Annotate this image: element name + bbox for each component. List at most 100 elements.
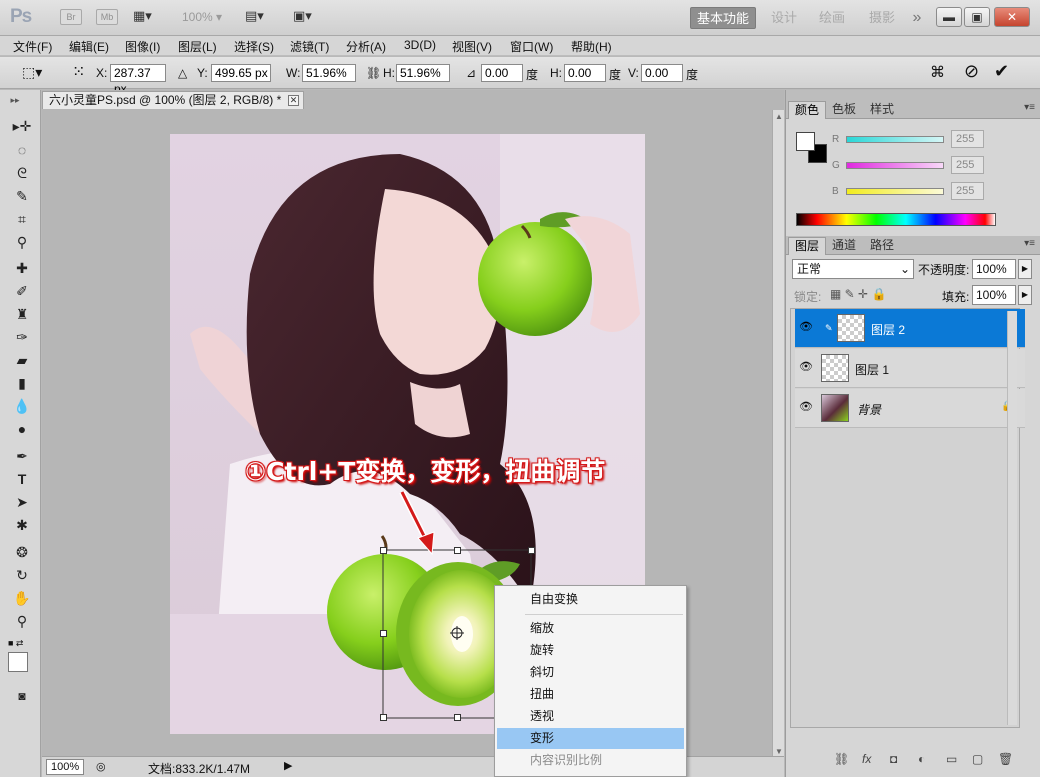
visibility-eye-icon[interactable]: 👁 bbox=[799, 321, 813, 333]
menu-item-skew[interactable]: 斜切 bbox=[497, 662, 684, 683]
history-brush-tool-icon[interactable]: ✑ bbox=[11, 327, 33, 347]
transform-handle-middle-left[interactable] bbox=[380, 630, 387, 637]
layers-scrollbar[interactable] bbox=[1007, 311, 1017, 725]
tab-color[interactable]: 颜色 bbox=[788, 101, 827, 119]
lasso-tool-icon[interactable]: ᘓ bbox=[11, 163, 33, 183]
visibility-eye-icon[interactable]: 👁 bbox=[799, 401, 813, 413]
workspace-design[interactable]: 设计 bbox=[764, 7, 804, 29]
layer-name[interactable]: 背景 bbox=[857, 401, 881, 418]
delta-icon[interactable]: △ bbox=[178, 66, 187, 80]
tab-paths[interactable]: 路径 bbox=[864, 237, 900, 255]
tab-channels[interactable]: 通道 bbox=[826, 237, 862, 255]
shape-tool-icon[interactable]: ✱ bbox=[11, 515, 33, 535]
menu-item-free-transform[interactable]: 自由变换 bbox=[497, 589, 684, 610]
menu-edit[interactable]: 编辑(E) bbox=[69, 38, 109, 55]
tab-swatches[interactable]: 色板 bbox=[826, 101, 862, 119]
blur-tool-icon[interactable]: 💧 bbox=[11, 396, 33, 416]
transform-handle-top-center[interactable] bbox=[454, 547, 461, 554]
layer-row-background[interactable]: 👁 背景 🔒 bbox=[795, 389, 1025, 428]
r-value-field[interactable]: 255 bbox=[951, 130, 984, 148]
hand-tool-icon[interactable]: ✋ bbox=[11, 588, 33, 608]
3d-rotate-tool-icon[interactable]: ❂ bbox=[11, 542, 33, 562]
close-document-icon[interactable]: ✕ bbox=[288, 95, 299, 106]
restore-button[interactable]: ▣ bbox=[964, 7, 990, 27]
bridge-button[interactable]: Br bbox=[60, 9, 82, 25]
link-layers-icon[interactable]: ⛓ bbox=[834, 752, 849, 766]
height-field[interactable]: 51.96% bbox=[396, 64, 450, 82]
minimize-button[interactable]: ▬ bbox=[936, 7, 962, 27]
pen-tool-icon[interactable]: ✒ bbox=[11, 446, 33, 466]
marquee-tool-icon[interactable]: ◌ bbox=[11, 140, 33, 160]
opacity-slider-arrow-icon[interactable]: ▶ bbox=[1018, 259, 1032, 279]
clone-stamp-tool-icon[interactable]: ♜ bbox=[11, 304, 33, 324]
tab-layers[interactable]: 图层 bbox=[788, 237, 827, 255]
b-value-field[interactable]: 255 bbox=[951, 182, 984, 200]
more-workspaces-icon[interactable]: » bbox=[906, 7, 928, 29]
menu-item-rotate[interactable]: 旋转 bbox=[497, 640, 684, 661]
menu-select[interactable]: 选择(S) bbox=[234, 38, 274, 55]
commit-transform-icon[interactable]: ✔ bbox=[994, 61, 1009, 82]
menu-window[interactable]: 窗口(W) bbox=[510, 38, 553, 55]
add-mask-icon[interactable]: ◘ bbox=[890, 752, 897, 766]
fx-icon[interactable]: fx bbox=[862, 752, 871, 766]
warp-mode-icon[interactable]: ⌘ bbox=[930, 63, 945, 81]
transform-handle-bottom-center[interactable] bbox=[454, 714, 461, 721]
g-value-field[interactable]: 255 bbox=[951, 156, 984, 174]
layers-panel-menu-icon[interactable]: ▾≡ bbox=[1024, 238, 1035, 249]
screen-mode-icon[interactable]: ▣▾ bbox=[293, 8, 312, 26]
delete-layer-icon[interactable]: 🗑 bbox=[998, 752, 1013, 766]
y-position-field[interactable]: 499.65 px bbox=[211, 64, 271, 82]
adjustment-layer-icon[interactable]: ◐ bbox=[918, 752, 925, 766]
lock-options-icons[interactable]: ▦ ✎ ✛ 🔒 bbox=[830, 287, 886, 301]
menu-filter[interactable]: 滤镜(T) bbox=[290, 38, 329, 55]
foreground-color-swatch[interactable] bbox=[8, 652, 28, 672]
mini-bridge-button[interactable]: Mb bbox=[96, 9, 118, 25]
menu-item-distort[interactable]: 扭曲 bbox=[497, 684, 684, 705]
quick-mask-icon[interactable]: ◙ bbox=[11, 686, 33, 706]
reference-point-icon[interactable]: ⁙ bbox=[72, 62, 85, 82]
transform-tool-icon[interactable]: ⬚▾ bbox=[22, 64, 42, 81]
blend-mode-select[interactable]: 正常 ⌄ bbox=[792, 259, 914, 279]
view-extras-icon[interactable]: ▦▾ bbox=[133, 8, 152, 26]
3d-orbit-tool-icon[interactable]: ↻ bbox=[11, 565, 33, 585]
type-tool-icon[interactable]: T bbox=[11, 469, 33, 489]
status-info-icon[interactable]: ◎ bbox=[96, 760, 106, 773]
zoom-level-dropdown[interactable]: 100% ▾ bbox=[182, 10, 222, 24]
healing-brush-tool-icon[interactable]: ✚ bbox=[11, 258, 33, 278]
menu-item-warp[interactable]: 变形 bbox=[497, 728, 684, 749]
document-tab[interactable]: 六小灵童PS.psd @ 100% (图层 2, RGB/8) * ✕ bbox=[42, 91, 304, 109]
menu-3d[interactable]: 3D(D) bbox=[404, 38, 436, 52]
new-layer-icon[interactable]: ▢ bbox=[972, 752, 983, 766]
h-skew-field[interactable]: 0.00 bbox=[564, 64, 606, 82]
panel-menu-icon[interactable]: ▾≡ bbox=[1024, 102, 1035, 113]
eyedropper-tool-icon[interactable]: ⚲ bbox=[11, 232, 33, 252]
menu-image[interactable]: 图像(I) bbox=[125, 38, 160, 55]
menu-analysis[interactable]: 分析(A) bbox=[346, 38, 386, 55]
arrange-documents-icon[interactable]: ▤▾ bbox=[245, 8, 264, 26]
default-colors-icon[interactable]: ■ ⇄ bbox=[8, 638, 23, 649]
workspace-essentials[interactable]: 基本功能 bbox=[690, 7, 756, 29]
status-menu-arrow-icon[interactable]: ▶ bbox=[284, 759, 292, 772]
color-spectrum-bar[interactable] bbox=[796, 213, 996, 226]
path-select-tool-icon[interactable]: ➤ bbox=[11, 492, 33, 512]
menu-file[interactable]: 文件(F) bbox=[13, 38, 52, 55]
link-icon[interactable]: ⛓ bbox=[366, 66, 381, 80]
layer-name[interactable]: 图层 2 bbox=[871, 321, 905, 338]
move-tool-icon[interactable]: ▸✛ bbox=[11, 116, 33, 136]
transform-handle-top-right[interactable] bbox=[528, 547, 535, 554]
tab-styles[interactable]: 样式 bbox=[864, 101, 900, 119]
brush-tool-icon[interactable]: ✐ bbox=[11, 281, 33, 301]
layer-row-layer-1[interactable]: 👁 图层 1 bbox=[795, 349, 1025, 388]
zoom-tool-icon[interactable]: ⚲ bbox=[11, 611, 33, 631]
angle-field[interactable]: 0.00 bbox=[481, 64, 523, 82]
b-slider[interactable] bbox=[846, 188, 944, 195]
menu-item-perspective[interactable]: 透视 bbox=[497, 706, 684, 727]
fill-slider-arrow-icon[interactable]: ▶ bbox=[1018, 285, 1032, 305]
gradient-tool-icon[interactable]: ▮ bbox=[11, 373, 33, 393]
v-skew-field[interactable]: 0.00 bbox=[641, 64, 683, 82]
menu-layer[interactable]: 图层(L) bbox=[178, 38, 217, 55]
eraser-tool-icon[interactable]: ▰ bbox=[11, 350, 33, 370]
dodge-tool-icon[interactable]: ● bbox=[11, 419, 33, 439]
visibility-eye-icon[interactable]: 👁 bbox=[799, 361, 813, 373]
menu-view[interactable]: 视图(V) bbox=[452, 38, 492, 55]
